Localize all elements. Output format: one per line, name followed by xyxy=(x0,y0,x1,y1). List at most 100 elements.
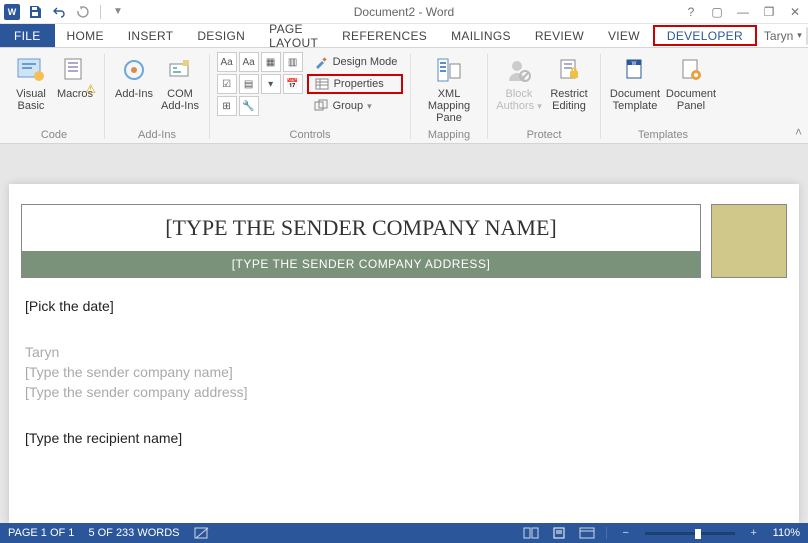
read-mode-icon[interactable] xyxy=(522,526,540,540)
help-icon[interactable]: ? xyxy=(682,3,700,21)
print-layout-icon[interactable] xyxy=(550,526,568,540)
properties-icon xyxy=(314,76,330,92)
dropdown-control-icon[interactable]: ▾ xyxy=(261,74,281,94)
group-icon xyxy=(313,98,329,114)
zoom-slider[interactable] xyxy=(645,532,735,535)
plain-text-control-icon[interactable]: Aa xyxy=(239,52,259,72)
ribbon-developer: VisualBasic Macros ⚠ Code Add-Ins xyxy=(0,48,808,144)
undo-icon[interactable] xyxy=(50,3,68,21)
properties-button[interactable]: Properties xyxy=(307,74,404,94)
qat-customize-icon[interactable]: ▼ xyxy=(109,3,127,21)
rich-text-control-icon[interactable]: Aa xyxy=(217,52,237,72)
zoom-in-icon[interactable]: + xyxy=(745,526,763,540)
workspace: [TYPE THE SENDER COMPANY NAME] [TYPE THE… xyxy=(0,144,808,523)
doc-header-block: [TYPE THE SENDER COMPANY NAME] [TYPE THE… xyxy=(21,204,787,278)
tab-view[interactable]: VIEW xyxy=(596,24,652,47)
com-l1: COM xyxy=(167,88,193,100)
xml-l1: XML Mapping xyxy=(428,88,470,112)
xml-l2: Pane xyxy=(436,112,462,124)
tab-mailings[interactable]: MAILINGS xyxy=(439,24,523,47)
sender-name-field[interactable]: Taryn xyxy=(25,344,783,360)
block-l1: Block xyxy=(506,88,533,100)
pick-date-field[interactable]: [Pick the date] xyxy=(25,298,783,314)
group-controls-label: Controls xyxy=(290,127,331,141)
tab-developer[interactable]: DEVELOPER xyxy=(653,25,757,46)
tab-insert[interactable]: INSERT xyxy=(116,24,186,47)
restrict-editing-icon xyxy=(553,54,585,86)
com-addins-button[interactable]: COMAdd-Ins xyxy=(157,52,203,114)
building-block-control-icon[interactable]: ▥ xyxy=(283,52,303,72)
block-authors-icon xyxy=(503,54,535,86)
document-panel-button[interactable]: DocumentPanel xyxy=(663,52,719,114)
block-l2: Authors xyxy=(496,100,534,112)
date-picker-control-icon[interactable]: 📅 xyxy=(283,74,303,94)
tab-home[interactable]: HOME xyxy=(55,24,116,47)
user-name: Taryn xyxy=(764,29,793,43)
block-authors-button[interactable]: BlockAuthors ▾ xyxy=(494,52,544,114)
zoom-level[interactable]: 110% xyxy=(773,527,800,539)
picture-control-icon[interactable]: ▦ xyxy=(261,52,281,72)
word-app-icon: W xyxy=(4,4,20,20)
combo-box-control-icon[interactable]: ▤ xyxy=(239,74,259,94)
com-l2: Add-Ins xyxy=(161,100,199,112)
group-protect-label: Protect xyxy=(527,127,562,141)
addins-icon xyxy=(118,54,150,86)
document-panel-icon xyxy=(675,54,707,86)
close-icon[interactable]: ✕ xyxy=(786,3,804,21)
group-addins-label: Add-Ins xyxy=(138,127,176,141)
status-right: − + 110% xyxy=(522,526,800,540)
addins-button[interactable]: Add-Ins xyxy=(111,52,157,114)
legacy-controls-icon[interactable]: 🔧 xyxy=(239,96,259,116)
status-words[interactable]: 5 OF 233 WORDS xyxy=(88,527,179,539)
user-area[interactable]: Taryn ▾ xyxy=(758,24,808,47)
vb-label1: Visual xyxy=(16,88,46,100)
status-bar: PAGE 1 OF 1 5 OF 233 WORDS − + 110% xyxy=(0,523,808,543)
recipient-name-field[interactable]: [Type the recipient name] xyxy=(25,430,783,446)
ribbon-tabs: FILE HOME INSERT DESIGN PAGE LAYOUT REFE… xyxy=(0,24,808,48)
restrict-l2: Editing xyxy=(552,100,586,112)
repeating-control-icon[interactable]: ⊞ xyxy=(217,96,237,116)
sender-company-name-field[interactable]: [TYPE THE SENDER COMPANY NAME] xyxy=(22,205,700,251)
zoom-slider-thumb[interactable] xyxy=(695,529,701,539)
status-page[interactable]: PAGE 1 OF 1 xyxy=(8,527,74,539)
checkbox-control-icon[interactable]: ☑ xyxy=(217,74,237,94)
com-addins-icon xyxy=(164,54,196,86)
doc-body: [Pick the date] Taryn [Type the sender c… xyxy=(21,278,787,466)
web-layout-icon[interactable] xyxy=(578,526,596,540)
visual-basic-button[interactable]: VisualBasic xyxy=(10,52,52,114)
doctpl-l1: Document xyxy=(610,88,660,100)
minimize-icon[interactable]: — xyxy=(734,3,752,21)
sender-company-address-field[interactable]: [TYPE THE SENDER COMPANY ADDRESS] xyxy=(22,251,700,277)
group-templates-label: Templates xyxy=(638,127,688,141)
tab-references[interactable]: REFERENCES xyxy=(330,24,439,47)
macros-button[interactable]: Macros ⚠ xyxy=(52,52,98,114)
tab-file[interactable]: FILE xyxy=(0,24,55,47)
title-bar: W ▼ Document2 - Word ? ▢ — ❐ ✕ xyxy=(0,0,808,24)
design-mode-button[interactable]: Design Mode xyxy=(307,52,404,72)
zoom-out-icon[interactable]: − xyxy=(617,526,635,540)
sender-address-field[interactable]: [Type the sender company address] xyxy=(25,384,783,400)
group-mapping: XML MappingPane Mapping xyxy=(411,50,487,143)
restore-icon[interactable]: ❐ xyxy=(760,3,778,21)
display-options-icon[interactable]: ▢ xyxy=(708,3,726,21)
design-mode-label: Design Mode xyxy=(333,56,398,68)
redo-icon[interactable] xyxy=(74,3,92,21)
tab-review[interactable]: REVIEW xyxy=(523,24,596,47)
controls-gallery: Aa Aa ▦ ▥ ☑ ▤ ▾ 📅 ⊞ 🔧 xyxy=(217,52,303,116)
document-template-button[interactable]: W DocumentTemplate xyxy=(607,52,663,114)
restrict-editing-button[interactable]: RestrictEditing xyxy=(544,52,594,114)
vb-label2: Basic xyxy=(18,100,45,112)
save-icon[interactable] xyxy=(26,3,44,21)
collapse-ribbon-icon[interactable]: ˄ xyxy=(795,125,802,139)
tab-page-layout[interactable]: PAGE LAYOUT xyxy=(257,24,330,47)
document-page[interactable]: [TYPE THE SENDER COMPANY NAME] [TYPE THE… xyxy=(9,184,799,523)
status-proof-icon[interactable] xyxy=(194,527,210,539)
window-controls: ? ▢ — ❐ ✕ xyxy=(682,3,804,21)
sender-company-field[interactable]: [Type the sender company name] xyxy=(25,364,783,380)
doctpl-l2: Template xyxy=(613,100,658,112)
group-button[interactable]: Group ▾ xyxy=(307,96,404,116)
xml-mapping-button[interactable]: XML MappingPane xyxy=(417,52,481,126)
group-controls: Aa Aa ▦ ▥ ☑ ▤ ▾ 📅 ⊞ 🔧 Design Mode xyxy=(210,50,410,143)
logo-placeholder[interactable] xyxy=(711,204,787,278)
tab-design[interactable]: DESIGN xyxy=(185,24,257,47)
